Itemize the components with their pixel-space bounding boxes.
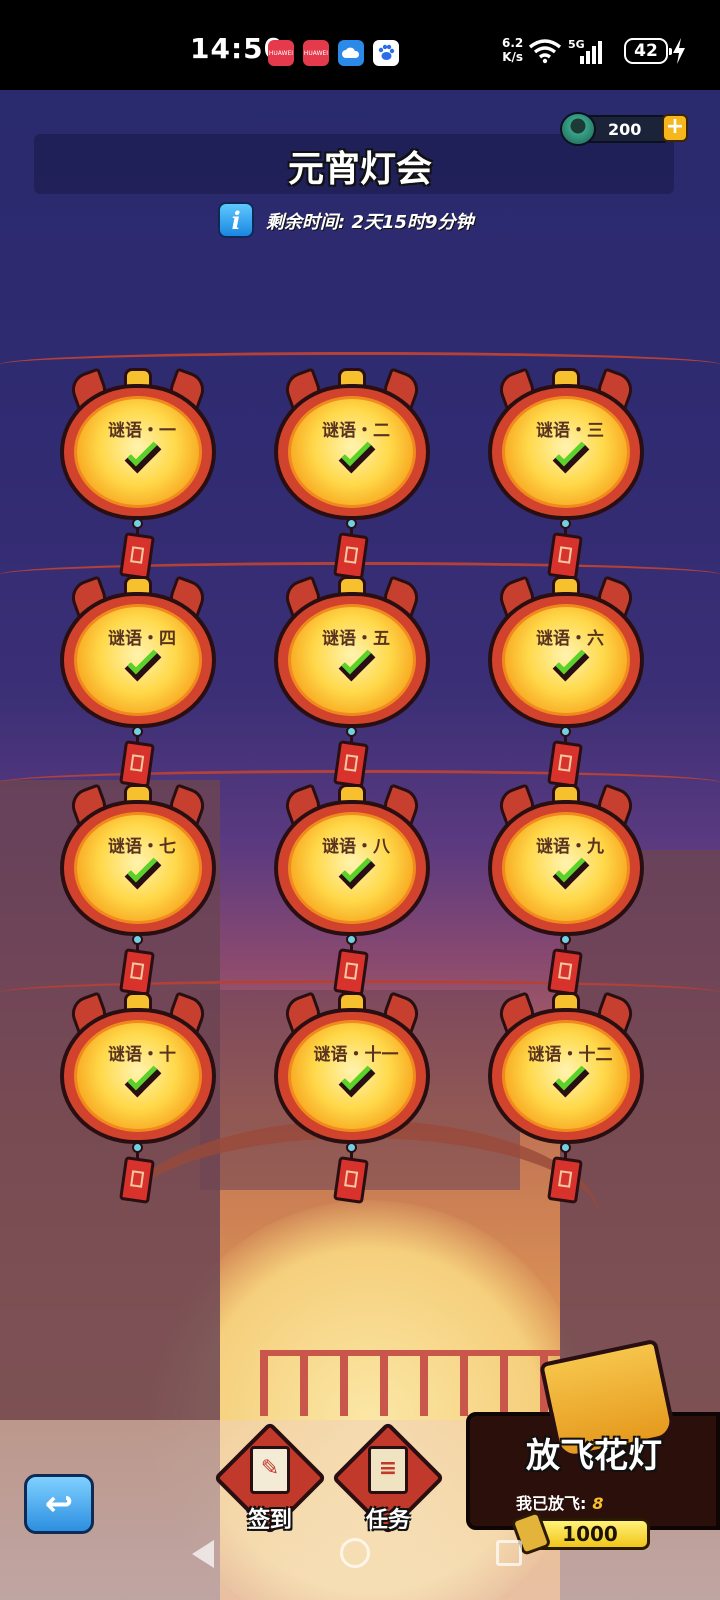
lantern-label: 谜语・八 <box>322 837 390 857</box>
lantern-body: 谜语・一 <box>60 384 216 520</box>
charging-icon <box>672 38 686 68</box>
lantern-tag <box>547 532 583 580</box>
riddle-lantern[interactable]: 谜语・三 <box>486 367 646 582</box>
riddle-lantern[interactable]: 谜语・十一 <box>272 991 432 1206</box>
tasks-button[interactable]: ≡ 任务 <box>331 1421 445 1535</box>
nav-recent-icon[interactable] <box>496 1540 522 1566</box>
lantern-bead <box>132 1142 143 1153</box>
jade-coin-icon <box>560 112 596 146</box>
lantern-bead <box>346 726 357 737</box>
fly-lantern-title[interactable]: 放飞花灯 <box>476 1428 712 1477</box>
lantern-bead <box>560 934 571 945</box>
lantern-label: 谜语・一 <box>108 421 176 441</box>
network-speed: 6.2 K/s <box>502 36 523 64</box>
lantern-label: 谜语・十二 <box>527 1045 613 1065</box>
lantern-bead <box>346 934 357 945</box>
lantern-label: 谜语・十一 <box>313 1045 399 1065</box>
lantern-body: 谜语・二 <box>274 384 430 520</box>
lantern-tag <box>333 1156 369 1204</box>
lantern-bead <box>346 1142 357 1153</box>
lantern-body: 谜语・九 <box>488 800 644 936</box>
lantern-bead <box>132 726 143 737</box>
lantern-body: 谜语・六 <box>488 592 644 728</box>
lantern-tag <box>547 1156 583 1204</box>
remaining-time: 剩余时间: 2天15时9分钟 <box>266 212 474 233</box>
lantern-tag <box>333 948 369 996</box>
lantern-tag <box>333 532 369 580</box>
lantern-label: 谜语・六 <box>536 629 604 649</box>
huawei-store-icon: HUAWEI <box>268 40 294 66</box>
lantern-bead <box>560 518 571 529</box>
lantern-body: 谜语・三 <box>488 384 644 520</box>
baidu-app-icon <box>373 40 399 66</box>
scroll-icon: ≡ <box>368 1446 408 1494</box>
cloud-app-icon <box>338 40 364 66</box>
lantern-body: 谜语・四 <box>60 592 216 728</box>
lantern-bead <box>346 518 357 529</box>
fly-count: 我已放飞: 8 <box>516 1490 604 1514</box>
lantern-tag <box>119 948 155 996</box>
nav-home-icon[interactable] <box>340 1538 370 1568</box>
lantern-body: 谜语・十二 <box>488 1008 644 1144</box>
lantern-bead <box>560 1142 571 1153</box>
lantern-label: 谜语・十 <box>108 1045 176 1065</box>
lantern-label: 谜语・四 <box>108 629 176 649</box>
riddle-lantern[interactable]: 谜语・八 <box>272 783 432 998</box>
system-nav-bar <box>0 1520 720 1600</box>
battery-indicator: 42 <box>624 38 672 64</box>
railing <box>260 1350 560 1416</box>
riddle-lantern[interactable]: 谜语・一 <box>58 367 218 582</box>
add-currency-button[interactable]: + <box>662 114 688 142</box>
lantern-tag <box>547 948 583 996</box>
page-title: 元宵灯会 <box>287 149 432 190</box>
lantern-body: 谜语・五 <box>274 592 430 728</box>
riddle-lantern[interactable]: 谜语・十二 <box>486 991 646 1206</box>
huawei-store-icon: HUAWEI <box>303 40 329 66</box>
lantern-label: 谜语・二 <box>322 421 390 441</box>
riddle-lantern[interactable]: 谜语・五 <box>272 575 432 790</box>
signal-icon: 5G <box>568 38 608 66</box>
riddle-lantern[interactable]: 谜语・七 <box>58 783 218 998</box>
wifi-icon <box>528 38 562 68</box>
lantern-label: 谜语・三 <box>536 421 604 441</box>
riddle-lantern[interactable]: 谜语・四 <box>58 575 218 790</box>
lantern-tag <box>547 740 583 788</box>
calendar-brush-icon: ✎ <box>250 1446 290 1494</box>
info-icon[interactable]: i <box>218 202 254 238</box>
fly-count-value: 8 <box>592 1494 604 1513</box>
lantern-tag <box>119 532 155 580</box>
signin-button[interactable]: ✎ 签到 <box>213 1421 327 1535</box>
nav-back-icon[interactable] <box>192 1540 214 1568</box>
network-speed-value: 6.2 <box>502 36 524 50</box>
game-scene: 元宵灯会 i 剩余时间: 2天15时9分钟 200 + 谜语・一 谜语・二 谜语・三… <box>0 90 720 1600</box>
lantern-tag <box>119 1156 155 1204</box>
lantern-tag <box>119 740 155 788</box>
currency-value: 200 <box>608 120 642 139</box>
lantern-label: 谜语・九 <box>536 837 604 857</box>
lantern-label: 谜语・七 <box>108 837 176 857</box>
fly-count-label: 我已放飞: <box>516 1494 587 1513</box>
lantern-body: 谜语・十一 <box>274 1008 430 1144</box>
riddle-lantern[interactable]: 谜语・九 <box>486 783 646 998</box>
network-speed-unit: K/s <box>502 50 524 64</box>
lantern-body: 谜语・八 <box>274 800 430 936</box>
lantern-body: 谜语・七 <box>60 800 216 936</box>
riddle-lantern[interactable]: 谜语・十 <box>58 991 218 1206</box>
status-bar: 14:50 HUAWEI HUAWEI 6.2 K/s 5G 42 <box>0 0 720 90</box>
lantern-body: 谜语・十 <box>60 1008 216 1144</box>
riddle-lantern[interactable]: 谜语・六 <box>486 575 646 790</box>
lantern-bead <box>132 934 143 945</box>
back-arrow-icon: ↩ <box>44 1484 74 1524</box>
currency-display: 200 + <box>560 112 688 146</box>
lantern-bead <box>560 726 571 737</box>
riddle-lantern[interactable]: 谜语・二 <box>272 367 432 582</box>
lantern-label: 谜语・五 <box>322 629 390 649</box>
lantern-tag <box>333 740 369 788</box>
lantern-bead <box>132 518 143 529</box>
